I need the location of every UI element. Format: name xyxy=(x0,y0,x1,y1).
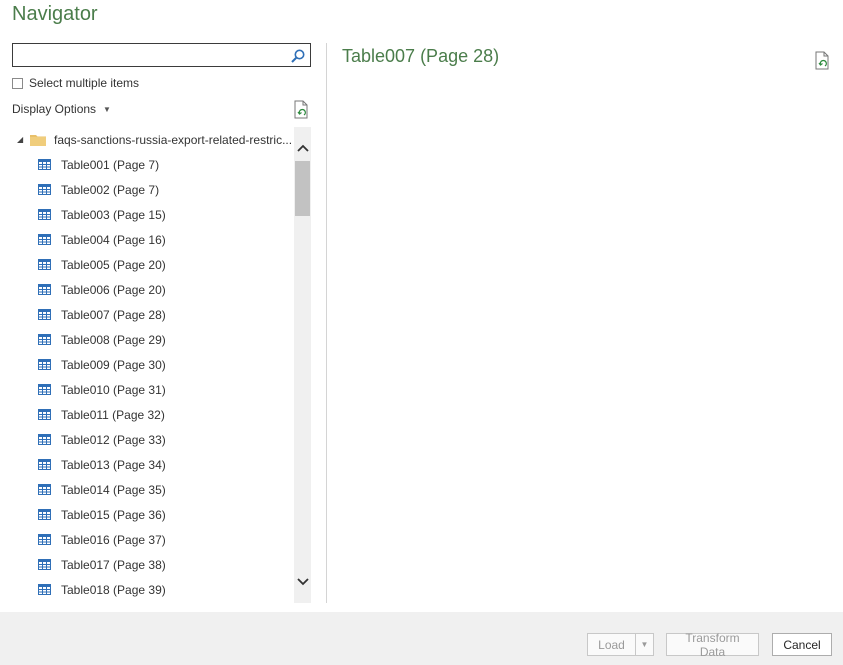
tree-item[interactable]: Table011 (Page 32) xyxy=(12,402,294,427)
tree-folder[interactable]: ◢ faqs-sanctions-russia-export-related-r… xyxy=(12,127,294,152)
refresh-icon[interactable] xyxy=(814,51,832,71)
refresh-icon[interactable] xyxy=(293,100,311,120)
table-icon xyxy=(38,209,51,220)
panel-divider[interactable] xyxy=(326,43,327,603)
table-icon xyxy=(38,434,51,445)
tree-item-label: Table013 (Page 34) xyxy=(61,457,166,472)
tree-item[interactable]: Table012 (Page 33) xyxy=(12,427,294,452)
search-input[interactable] xyxy=(13,44,283,66)
tree-item-label: Table004 (Page 16) xyxy=(61,232,166,247)
tree-item-label: Table001 (Page 7) xyxy=(61,157,160,172)
tree-item[interactable]: Table010 (Page 31) xyxy=(12,377,294,402)
table-icon xyxy=(38,184,51,195)
tree-item-label: Table003 (Page 15) xyxy=(61,207,166,222)
tree-item[interactable]: Table013 (Page 34) xyxy=(12,452,294,477)
tree-item-label: Table006 (Page 20) xyxy=(61,282,166,297)
tree-item[interactable]: Table014 (Page 35) xyxy=(12,477,294,502)
tree-item-label: Table005 (Page 20) xyxy=(61,257,166,272)
table-icon xyxy=(38,509,51,520)
tree-item-label: Table002 (Page 7) xyxy=(61,182,160,197)
tree-scrollbar[interactable] xyxy=(294,127,311,603)
tree-item[interactable]: Table004 (Page 16) xyxy=(12,227,294,252)
select-multiple-option[interactable]: Select multiple items xyxy=(12,76,139,90)
tree-item-label: Table018 (Page 39) xyxy=(61,582,166,597)
table-icon xyxy=(38,309,51,320)
tree-item[interactable]: Table003 (Page 15) xyxy=(12,202,294,227)
tree-folder-label: faqs-sanctions-russia-export-related-res… xyxy=(54,132,293,147)
table-icon xyxy=(38,584,51,595)
tree-item-label: Table015 (Page 36) xyxy=(61,507,166,522)
search-box[interactable] xyxy=(12,43,311,67)
transform-data-button[interactable]: Transform Data xyxy=(666,631,759,659)
folder-icon xyxy=(30,133,46,146)
tree-item-label: Table017 (Page 38) xyxy=(61,557,166,572)
tree-item[interactable]: Table008 (Page 29) xyxy=(12,327,294,352)
select-multiple-label: Select multiple items xyxy=(29,76,140,90)
tree-item[interactable]: Table016 (Page 37) xyxy=(12,527,294,552)
tree-item-label: Table008 (Page 29) xyxy=(61,332,166,347)
tree-item-label: Table007 (Page 28) xyxy=(61,307,166,322)
table-icon xyxy=(38,359,51,370)
scrollbar-thumb[interactable] xyxy=(295,161,310,216)
preview-title: Table007 (Page 28) xyxy=(342,46,500,66)
chevron-down-icon: ▼ xyxy=(640,640,649,649)
table-icon xyxy=(38,409,51,420)
cancel-button[interactable]: Cancel xyxy=(772,633,832,656)
window-title: Navigator xyxy=(12,3,98,25)
tree-item[interactable]: Table006 (Page 20) xyxy=(12,277,294,302)
table-icon xyxy=(38,334,51,345)
table-icon xyxy=(38,384,51,395)
tree-item[interactable]: Table015 (Page 36) xyxy=(12,502,294,527)
scroll-up-icon[interactable] xyxy=(294,139,311,156)
table-icon xyxy=(38,459,51,470)
tree-item[interactable]: Table005 (Page 20) xyxy=(12,252,294,277)
search-icon[interactable] xyxy=(290,48,306,64)
tree-item-label: Table010 (Page 31) xyxy=(61,382,166,397)
load-dropdown-button[interactable]: ▼ xyxy=(635,633,654,656)
table-icon xyxy=(38,484,51,495)
table-icon xyxy=(38,259,51,270)
select-multiple-checkbox[interactable] xyxy=(12,77,23,89)
tree-item[interactable]: Table007 (Page 28) xyxy=(12,302,294,327)
load-button[interactable]: Load xyxy=(587,633,636,656)
chevron-down-icon: ▼ xyxy=(103,104,111,114)
tree-item-label: Table014 (Page 35) xyxy=(61,482,166,497)
tree-item[interactable]: Table009 (Page 30) xyxy=(12,352,294,377)
table-icon xyxy=(38,534,51,545)
tree-item-label: Table011 (Page 32) xyxy=(61,407,165,422)
table-icon xyxy=(38,234,51,245)
tree-item-label: Table009 (Page 30) xyxy=(61,357,166,372)
display-options-label: Display Options xyxy=(12,102,97,116)
expand-triangle-icon[interactable]: ◢ xyxy=(17,135,27,144)
tree-item[interactable]: Table018 (Page 39) xyxy=(12,577,294,602)
footer-bar: Load ▼ Transform Data Cancel xyxy=(0,612,843,665)
table-icon xyxy=(38,159,51,170)
navigator-tree: ◢ faqs-sanctions-russia-export-related-r… xyxy=(12,127,294,603)
tree-item[interactable]: Table002 (Page 7) xyxy=(12,177,294,202)
tree-item[interactable]: Table001 (Page 7) xyxy=(12,152,294,177)
table-icon xyxy=(38,559,51,570)
display-options-dropdown[interactable]: Display Options ▼ xyxy=(12,102,111,116)
table-icon xyxy=(38,284,51,295)
tree-item-label: Table016 (Page 37) xyxy=(61,532,166,547)
tree-item[interactable]: Table017 (Page 38) xyxy=(12,552,294,577)
tree-item-label: Table012 (Page 33) xyxy=(61,432,166,447)
scroll-down-icon[interactable] xyxy=(294,573,311,590)
